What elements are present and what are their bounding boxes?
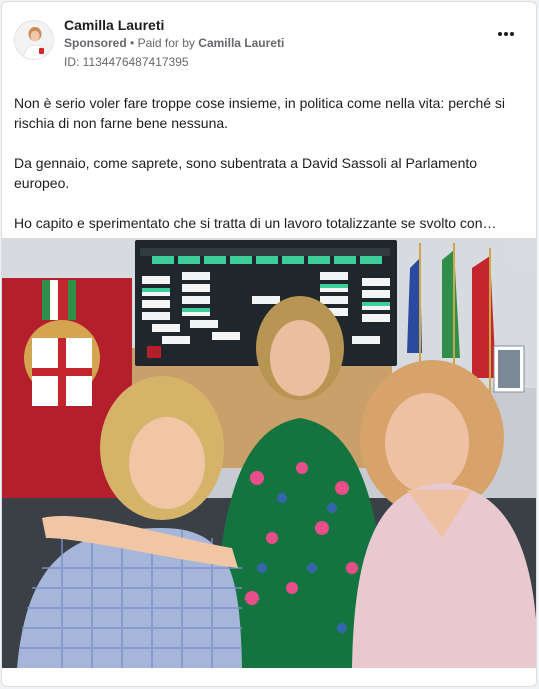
avatar[interactable] — [14, 20, 54, 60]
separator-dot: • — [130, 36, 135, 50]
paid-for-prefix: Paid for by — [137, 36, 195, 50]
post-image[interactable] — [2, 238, 536, 668]
post-paragraph-3: Ho capito e sperimentato che si tratta d… — [14, 215, 497, 231]
card-footer — [2, 668, 536, 686]
sponsored-line: Sponsored • Paid for by Camilla Laureti — [64, 36, 284, 50]
post-paragraph-2: Da gennaio, come saprete, sono subentrat… — [14, 155, 478, 191]
post-paragraph-1: Non è serio voler fare troppe cose insie… — [14, 95, 506, 131]
author-name[interactable]: Camilla Laureti — [64, 17, 164, 33]
post-text: Non è serio voler fare troppe cose insie… — [14, 93, 514, 253]
ad-id: ID: 1134476487417395 — [64, 55, 189, 69]
post-header: Camilla Laureti Sponsored • Paid for by … — [2, 2, 536, 82]
paid-by-name: Camilla Laureti — [198, 36, 285, 50]
ad-card: Camilla Laureti Sponsored • Paid for by … — [1, 1, 537, 687]
sponsored-label: Sponsored — [64, 36, 127, 50]
more-horizontal-icon[interactable] — [494, 26, 518, 42]
